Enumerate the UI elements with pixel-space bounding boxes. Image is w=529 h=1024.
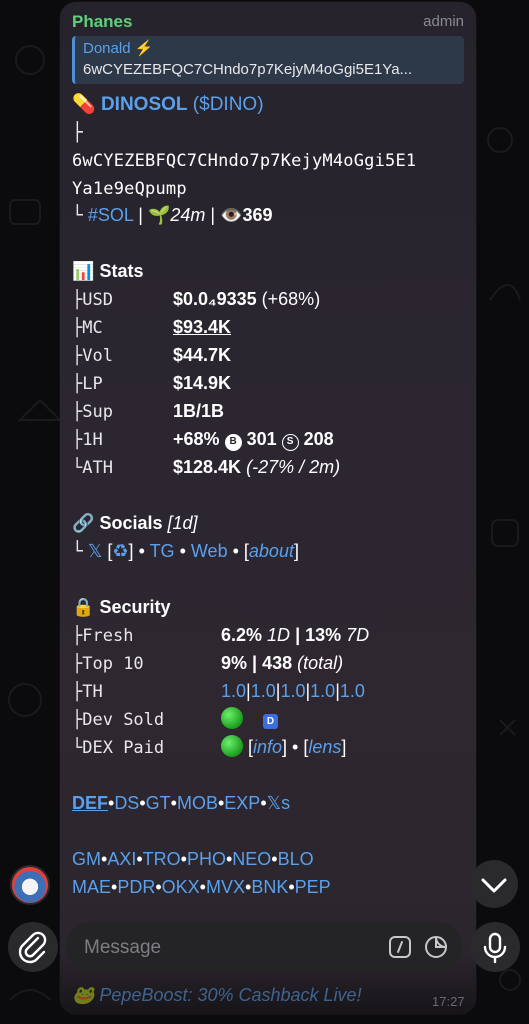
bot-links-row-3: MAE•PDR•OKX•MVX•BNK•PEP (72, 877, 331, 897)
bot-link-xs[interactable]: 𝕏s (267, 793, 291, 813)
dex-info-link[interactable]: info (253, 737, 282, 757)
token-meta: └ #SOL | 🌱24m | 👁️369 (72, 205, 273, 226)
holder-link[interactable]: 1.0 (251, 681, 276, 701)
bot-link-gm[interactable]: GM (72, 849, 101, 869)
bot-links-row-2: GM•AXI•TRO•PHO•NEO•BLO (72, 849, 314, 869)
token-name-link[interactable]: DINOSOL (101, 94, 188, 115)
bot-link-tro[interactable]: TRO (143, 849, 181, 869)
security-row-top10: ├Top 10 9% | 438 (total) (72, 653, 344, 674)
chart-icon: 📊 (72, 261, 95, 281)
recycle-icon[interactable]: ♻ (112, 541, 128, 561)
security-heading: 🔒 Security (72, 597, 171, 617)
about-link[interactable]: about (249, 541, 294, 561)
bot-link-pho[interactable]: PHO (187, 849, 226, 869)
sticker-icon[interactable] (424, 935, 448, 959)
stats-heading: 📊 Stats (72, 261, 144, 281)
sells-icon: S (281, 434, 299, 451)
seedling-icon: 🌱 (147, 205, 171, 225)
stat-row-vol: ├Vol $44.7K (72, 345, 232, 366)
microphone-icon (483, 932, 507, 964)
message-input[interactable] (82, 922, 376, 974)
website-link[interactable]: Web (191, 541, 228, 561)
reply-preview[interactable]: Donald ⚡ 6wCYEZEBFQC7CHndo7p7KejyM4oGgi5… (72, 36, 464, 84)
tree-branch: ├ (72, 122, 83, 143)
contract-address-line2[interactable]: Ya1e9eQpump (72, 176, 187, 202)
bot-link-gt[interactable]: GT (146, 793, 171, 813)
reply-author: Donald ⚡ (83, 40, 154, 57)
eye-icon: 👁️ (220, 205, 243, 225)
scroll-down-button[interactable] (470, 860, 518, 908)
paperclip-icon (18, 931, 47, 964)
microphone-button[interactable] (470, 922, 520, 972)
socials-links: └ 𝕏 [♻] • TG • Web • [about] (72, 541, 299, 562)
stat-row-sup: ├Sup 1B/1B (72, 401, 225, 422)
holder-link[interactable]: 1.0 (280, 681, 305, 701)
security-row-fresh: ├Fresh 6.2% 1D | 13% 7D (72, 625, 370, 646)
top-holders-list: 1.0|1.0|1.0|1.0|1.0 (221, 681, 365, 701)
socials-heading: 🔗 Socials [1d] (72, 513, 198, 533)
contract-address-line1[interactable]: 6wCYEZEBFQC7CHndo7p7KejyM4oGgi5E1 (72, 148, 416, 174)
stat-row-ath: └ATH $128.4K (-27% / 2m) (72, 457, 341, 478)
bot-link-pep[interactable]: PEP (295, 877, 331, 897)
token-age: 24m (170, 205, 206, 225)
stat-value: $0.0₄9335 (+68%) (173, 289, 321, 309)
stat-row-mc: ├MC $93.4K (72, 314, 464, 341)
bot-link-neo[interactable]: NEO (232, 849, 271, 869)
telegram-link[interactable]: TG (150, 541, 175, 561)
socials-age: [1d] (167, 513, 198, 533)
x-profile-link[interactable]: 𝕏 (88, 541, 103, 561)
message-time: 17:27 (432, 994, 465, 1009)
holder-link[interactable]: 1.0 (310, 681, 335, 701)
green-check-icon (221, 735, 243, 757)
bot-link-exp[interactable]: EXP (224, 793, 260, 813)
stat-row-1h: ├1H +68% B 301 S 208 (72, 429, 334, 451)
message-input-bar[interactable] (66, 922, 462, 974)
bot-link-mob[interactable]: MOB (177, 793, 218, 813)
dev-badge-icon[interactable]: D (263, 714, 279, 729)
reply-text: 6wCYEZEBFQC7CHndo7p7KejyM4oGgi5E1Ya... (83, 61, 413, 78)
security-row-dex-paid: └DEX Paid [info] • [lens] (72, 735, 347, 758)
market-cap-link[interactable]: $93.4K (173, 314, 231, 340)
dex-lens-link[interactable]: lens (308, 737, 341, 757)
chevron-down-icon (481, 878, 507, 893)
bot-links-row-1: DEF•DS•GT•MOB•EXP•𝕏s (72, 793, 291, 813)
bot-link-mae[interactable]: MAE (72, 877, 111, 897)
attach-button[interactable] (8, 922, 58, 972)
tree-end: └ (72, 205, 83, 226)
chain-hashtag[interactable]: #SOL (88, 205, 133, 225)
lock-icon: 🔒 (72, 597, 95, 617)
bot-link-okx[interactable]: OKX (162, 877, 200, 897)
pill-icon: 💊 (72, 94, 96, 115)
footer-ad-text[interactable]: 🐸 PepeBoost: 30% Cashback Live! (72, 985, 362, 1006)
bot-link-mvx[interactable]: MVX (206, 877, 245, 897)
security-row-dev-sold: ├Dev Sold D (72, 706, 464, 733)
admin-badge: admin (423, 13, 464, 30)
token-title: 💊 DINOSOL ($DINO) (72, 92, 264, 118)
token-ticker[interactable]: ($DINO) (193, 94, 264, 115)
holder-link[interactable]: 1.0 (340, 681, 365, 701)
security-row-th: ├TH 1.0|1.0|1.0|1.0|1.0 (72, 678, 464, 705)
sender-name[interactable]: Phanes (72, 12, 132, 32)
bot-link-ds[interactable]: DS (114, 793, 139, 813)
stat-row-usd: ├USD $0.0₄9335 (+68%) (72, 286, 464, 313)
view-count: 369 (242, 205, 273, 225)
bot-link-axi[interactable]: AXI (107, 849, 136, 869)
bot-link-pdr[interactable]: PDR (117, 877, 155, 897)
message-bubble[interactable]: Phanes admin Donald ⚡ 6wCYEZEBFQC7CHndo7… (60, 2, 476, 1014)
green-check-icon (221, 707, 243, 729)
stat-row-lp: ├LP $14.9K (72, 373, 232, 394)
holder-link[interactable]: 1.0 (221, 681, 246, 701)
buys-icon: B (224, 434, 242, 451)
sender-avatar[interactable] (10, 865, 50, 905)
link-icon: 🔗 (72, 513, 95, 533)
stat-key: ├USD (72, 290, 113, 310)
bot-commands-icon[interactable] (388, 935, 412, 959)
bot-link-bnk[interactable]: BNK (251, 877, 288, 897)
bot-link-blo[interactable]: BLO (278, 849, 314, 869)
bot-link-def[interactable]: DEF (72, 793, 108, 813)
